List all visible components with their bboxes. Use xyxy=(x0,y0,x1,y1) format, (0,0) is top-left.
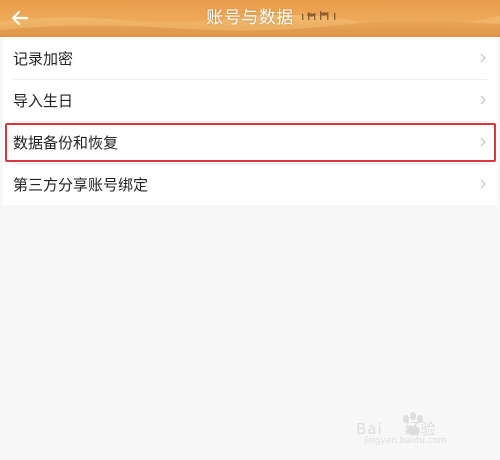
menu-item-record-encryption[interactable]: 记录加密 xyxy=(3,37,497,79)
chevron-right-icon xyxy=(480,53,486,63)
chevron-right-icon xyxy=(480,179,486,189)
menu-item-label: 记录加密 xyxy=(13,49,74,68)
navigation-bar: 账号与数据 xyxy=(0,0,500,37)
menu-item-third-party-account-binding[interactable]: 第三方分享账号绑定 xyxy=(3,163,497,205)
baidu-jingyan-watermark: Bai 经验 jingyan.baidu.com xyxy=(356,412,486,448)
menu-item-label: 导入生日 xyxy=(13,91,74,110)
watermark-url: jingyan.baidu.com xyxy=(364,436,448,446)
menu-item-label: 数据备份和恢复 xyxy=(13,133,119,152)
menu-item-label: 第三方分享账号绑定 xyxy=(13,175,149,194)
menu-item-import-birthday[interactable]: 导入生日 xyxy=(3,79,497,121)
paw-icon xyxy=(403,412,423,435)
screen: 账号与数据 记录加密 导入生日 数据备份和恢复 第三方分享账号绑定 Bai 经验… xyxy=(0,0,500,460)
page-title: 账号与数据 xyxy=(206,8,294,28)
chevron-right-icon xyxy=(480,137,486,147)
chevron-right-icon xyxy=(480,95,486,105)
menu-item-data-backup-restore[interactable]: 数据备份和恢复 xyxy=(3,121,497,163)
settings-list: 记录加密 导入生日 数据备份和恢复 第三方分享账号绑定 xyxy=(3,37,497,205)
